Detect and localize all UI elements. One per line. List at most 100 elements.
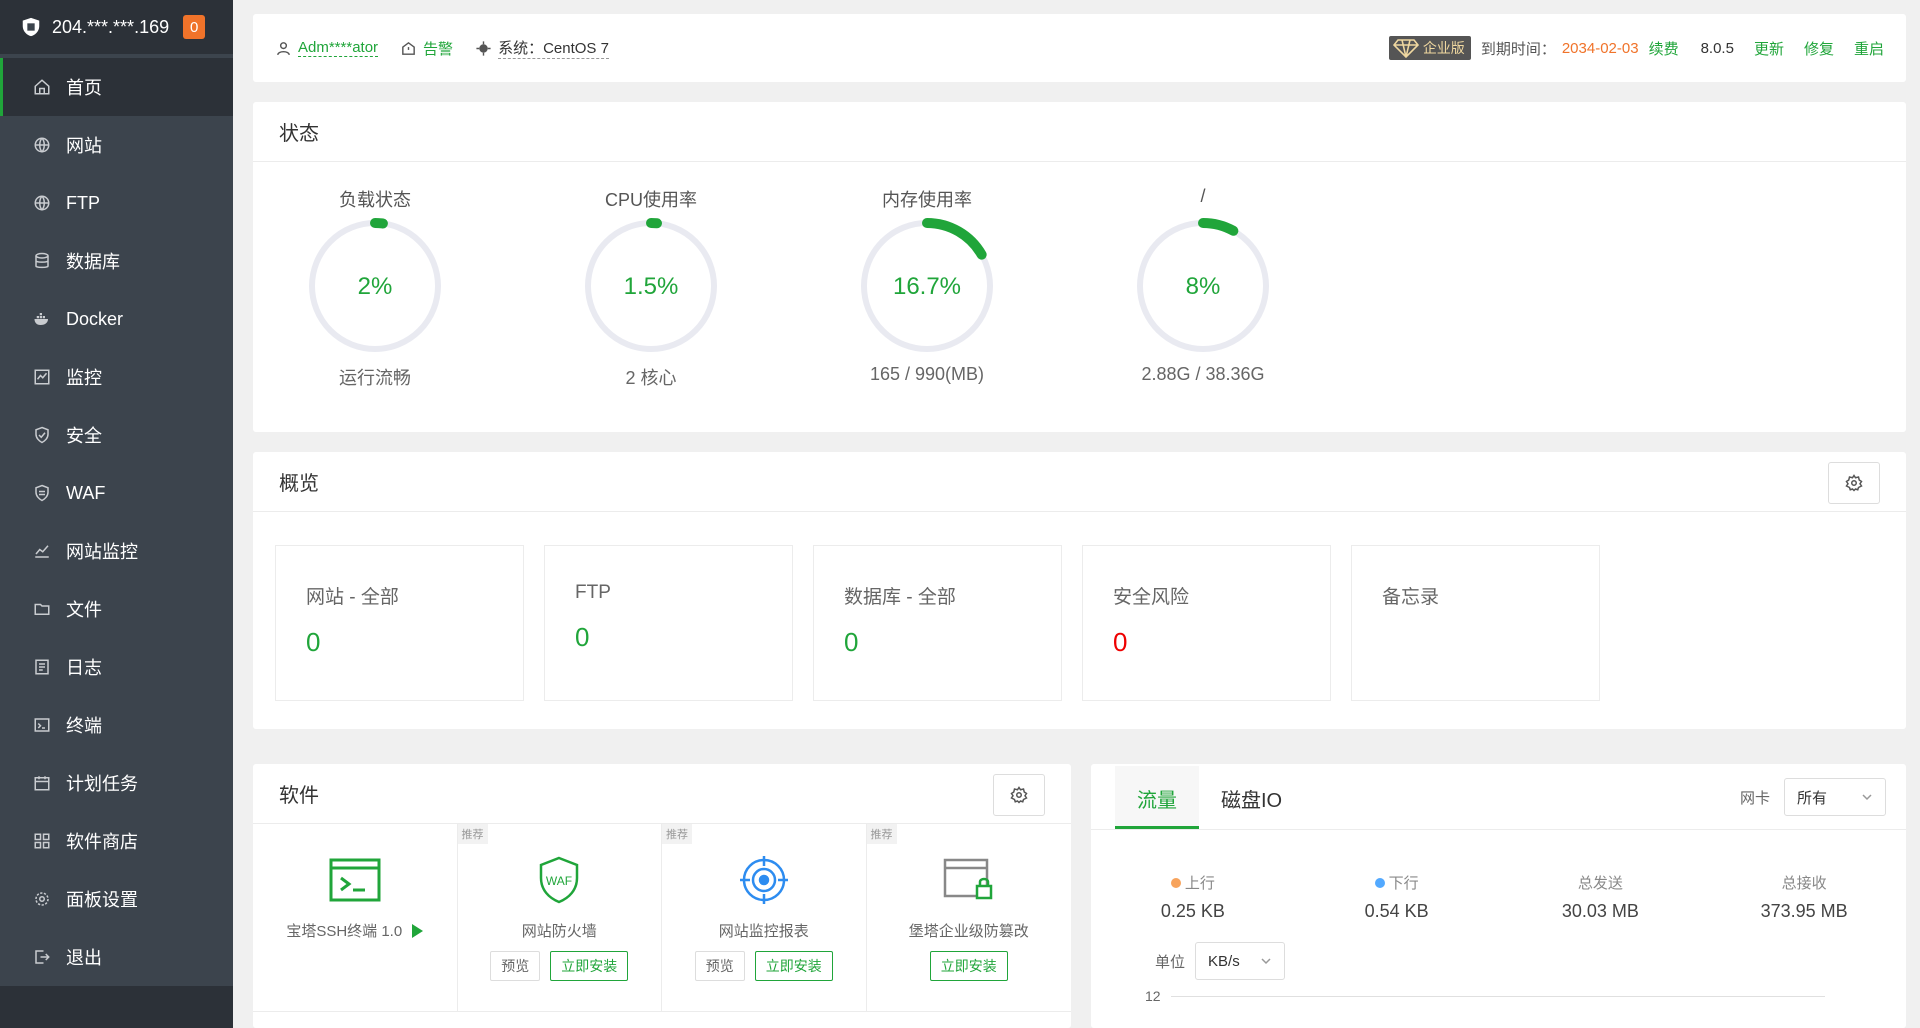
recommend-tag: 推荐	[662, 824, 692, 844]
card-ftp[interactable]: FTP 0	[544, 545, 793, 701]
sidebar-item-cron[interactable]: 计划任务	[0, 754, 233, 812]
card-label: 网站 - 全部	[306, 587, 399, 608]
alarm-icon	[402, 41, 415, 55]
software-title: 软件	[279, 785, 319, 807]
install-button[interactable]: 立即安装	[754, 951, 833, 981]
sidebar-item-label: 终端	[66, 716, 102, 736]
software-name: 宝塔SSH终端 1.0	[286, 923, 403, 940]
card-value[interactable]: 0	[575, 622, 792, 653]
software-item-tamper-proof[interactable]: 推荐 堡塔企业级防篡改 立即安装	[866, 824, 1071, 1012]
y-tick-label: 12	[1145, 988, 1161, 1004]
nic-label: 网卡	[1739, 789, 1770, 807]
sidebar-item-site-monitor[interactable]: 网站监控	[0, 522, 233, 580]
card-label: 备忘录	[1382, 587, 1440, 608]
install-button[interactable]: 立即安装	[550, 951, 629, 981]
download-dot	[1374, 877, 1385, 888]
software-item-monitor-report[interactable]: 推荐 网站监控报表 预览 立即安装	[662, 824, 867, 1012]
sidebar-item-logout[interactable]: 退出	[0, 928, 233, 986]
sidebar-item-website[interactable]: 网站	[0, 116, 233, 174]
chevron-down-icon	[1862, 794, 1872, 801]
recommend-tag: 推荐	[457, 824, 488, 844]
sidebar-item-label: 计划任务	[66, 774, 138, 794]
gauge-load[interactable]: 负载状态 2% 运行流畅	[305, 162, 581, 390]
card-value[interactable]: 0	[1113, 627, 1330, 658]
sidebar-footer	[0, 986, 233, 1028]
stat-label: 总发送	[1577, 875, 1623, 892]
play-icon[interactable]	[412, 923, 424, 938]
sidebar-item-docker[interactable]: Docker	[0, 290, 233, 348]
folder-icon	[33, 600, 51, 618]
software-settings-button[interactable]	[993, 774, 1045, 816]
card-value[interactable]: 0	[306, 627, 523, 658]
overview-settings-button[interactable]	[1828, 462, 1880, 504]
repair-link[interactable]: 修复	[1804, 38, 1834, 59]
card-databases[interactable]: 数据库 - 全部 0	[813, 545, 1062, 701]
software-item-ssh-terminal[interactable]: 宝塔SSH终端 1.0	[253, 824, 458, 1012]
user-info[interactable]: Adm****ator	[275, 39, 379, 57]
calendar-icon	[33, 774, 51, 792]
sidebar-item-label: 监控	[66, 368, 102, 388]
install-button[interactable]: 立即安装	[929, 951, 1008, 981]
user-icon	[277, 41, 290, 55]
sidebar-item-label: 网站	[66, 136, 102, 156]
globe-icon	[33, 136, 51, 154]
sidebar-item-home[interactable]: 首页	[0, 58, 233, 116]
nic-select[interactable]: 所有	[1784, 778, 1886, 816]
sidebar-item-panel-settings[interactable]: 面板设置	[0, 870, 233, 928]
card-security-risk[interactable]: 安全风险 0	[1082, 545, 1331, 701]
notice-badge[interactable]: 0	[183, 15, 206, 39]
gauge-title: CPU使用率	[604, 190, 697, 210]
stat-value: 373.95 MB	[1760, 901, 1848, 921]
tab-traffic[interactable]: 流量	[1115, 766, 1199, 829]
system-label[interactable]: 系统：CentOS 7	[498, 37, 609, 59]
unit-label: 单位	[1155, 953, 1186, 971]
sidebar-item-monitor[interactable]: 监控	[0, 348, 233, 406]
sidebar-item-app-store[interactable]: 软件商店	[0, 812, 233, 870]
server-ip[interactable]: 204.***.***.169	[52, 17, 169, 38]
unit-select[interactable]: KB/s	[1195, 942, 1286, 980]
traffic-tabs: 流量 磁盘IO 网卡 所有	[1091, 764, 1906, 830]
sidebar-item-terminal[interactable]: 终端	[0, 696, 233, 754]
traffic-stats: 上行 0.25 KB 下行 0.54 KB 总发送 30.03 MB 总接收 3…	[1091, 830, 1906, 922]
sidebar-item-label: WAF	[66, 482, 106, 503]
preview-button[interactable]: 预览	[694, 951, 745, 981]
sidebar-item-ftp[interactable]: FTP	[0, 174, 233, 232]
card-memo[interactable]: 备忘录	[1351, 545, 1600, 701]
sidebar-item-label: 文件	[66, 600, 102, 620]
gauge-row: 负载状态 2% 运行流畅 CPU使用率 1.5% 2 核心 内存使用率 16.7…	[253, 162, 1906, 390]
software-item-waf[interactable]: 推荐 WAF 网站防火墙 预览 立即安装	[457, 824, 662, 1012]
sidebar-header: 204.***.***.169 0	[0, 0, 233, 54]
card-label: 安全风险	[1113, 587, 1190, 608]
preview-button[interactable]: 预览	[490, 951, 541, 981]
card-websites[interactable]: 网站 - 全部 0	[275, 545, 524, 701]
gauge-memory[interactable]: 内存使用率 16.7% 165 / 990(MB)	[857, 162, 1133, 390]
restart-link[interactable]: 重启	[1854, 38, 1884, 59]
sidebar-item-security[interactable]: 安全	[0, 406, 233, 464]
sidebar-item-logs[interactable]: 日志	[0, 638, 233, 696]
gauge-sub: 2 核心	[625, 368, 677, 388]
upload-dot	[1170, 877, 1181, 888]
top-bar: Adm****ator 告警 系统：CentOS 7 企业版 到期时间： 203…	[253, 14, 1906, 82]
tab-disk-io[interactable]: 磁盘IO	[1199, 784, 1304, 829]
alert-link[interactable]: 告警	[400, 38, 453, 59]
sidebar-item-waf[interactable]: WAF	[0, 464, 233, 522]
system-info[interactable]: 系统：CentOS 7	[475, 37, 609, 59]
gear-icon	[1010, 786, 1028, 804]
renew-link[interactable]: 续费	[1649, 38, 1679, 59]
card-value[interactable]: 0	[844, 627, 1061, 658]
software-actions: 立即安装	[929, 951, 1008, 981]
gauge-cpu[interactable]: CPU使用率 1.5% 2 核心	[581, 162, 857, 390]
software-actions: 预览 立即安装	[694, 951, 833, 981]
update-link[interactable]: 更新	[1754, 38, 1784, 59]
username[interactable]: Adm****ator	[298, 39, 379, 57]
software-name: 堡塔企业级防篡改	[908, 923, 1029, 940]
alert-label[interactable]: 告警	[423, 38, 453, 59]
sidebar-nav: 首页 网站 FTP 数据库 Docker 监控 安全 WAF 网站监控 文件 日…	[0, 58, 233, 986]
nic-value: 所有	[1797, 789, 1828, 807]
sidebar-item-database[interactable]: 数据库	[0, 232, 233, 290]
gauge-ring: 2%	[307, 218, 443, 354]
sidebar-item-files[interactable]: 文件	[0, 580, 233, 638]
gauge-disk[interactable]: / 8% 2.88G / 38.36G	[1133, 162, 1409, 390]
sidebar-item-label: 首页	[66, 78, 102, 98]
stat-value: 0.54 KB	[1364, 901, 1429, 921]
